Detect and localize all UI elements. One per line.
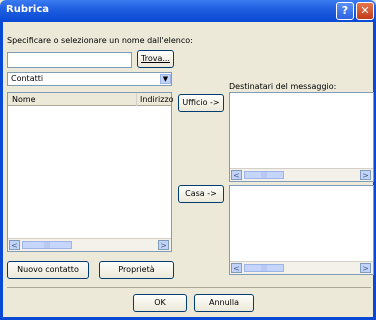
home-recipients-list[interactable]: < ||| > — [229, 185, 374, 275]
instruction-label: Specificare o selezionare un nome dall'e… — [7, 36, 193, 45]
properties-button[interactable]: Proprietà — [99, 261, 174, 279]
scroll-thumb[interactable]: ||| — [244, 171, 284, 179]
dropdown-arrow-icon[interactable]: ▼ — [160, 74, 171, 84]
scroll-right-icon[interactable]: > — [360, 263, 371, 273]
cancel-button[interactable]: Annulla — [194, 294, 254, 312]
scroll-left-icon[interactable]: < — [9, 240, 20, 250]
scroll-left-icon[interactable]: < — [231, 263, 242, 273]
column-header-name[interactable]: Nome — [12, 95, 36, 104]
separator — [7, 287, 371, 288]
column-header-address[interactable]: Indirizzo — [140, 95, 174, 104]
column-divider[interactable] — [136, 93, 137, 106]
new-contact-button[interactable]: Nuovo contatto — [7, 261, 89, 279]
find-button[interactable]: Trova... — [137, 50, 174, 68]
scroll-left-icon[interactable]: < — [231, 170, 242, 180]
contacts-list[interactable]: Nome Indirizzo < ||| > — [7, 92, 174, 252]
close-button[interactable]: ✕ — [356, 2, 374, 20]
scroll-thumb[interactable]: ||| — [244, 264, 284, 272]
home-button[interactable]: Casa -> — [178, 185, 224, 203]
find-button-label: Trova... — [141, 54, 170, 63]
window-frame-left — [0, 22, 3, 320]
scroll-thumb[interactable]: ||| — [22, 241, 72, 249]
office-hscrollbar[interactable]: < ||| > — [230, 168, 373, 181]
contacts-hscrollbar[interactable]: < ||| > — [8, 238, 171, 251]
ok-button[interactable]: OK — [133, 294, 187, 312]
scroll-right-icon[interactable]: > — [158, 240, 169, 250]
source-select-value: Contatti — [11, 74, 44, 83]
title-bar — [0, 0, 376, 22]
help-button[interactable]: ? — [336, 2, 354, 20]
scroll-right-icon[interactable]: > — [360, 170, 371, 180]
search-input[interactable] — [7, 52, 132, 68]
office-button[interactable]: Ufficio -> — [178, 94, 224, 112]
office-recipients-list[interactable]: < ||| > — [229, 92, 374, 182]
home-hscrollbar[interactable]: < ||| > — [230, 261, 373, 274]
source-select[interactable]: Contatti ▼ — [7, 72, 172, 86]
window-title: Rubrica — [6, 4, 50, 15]
recipients-label: Destinatari del messaggio: — [229, 82, 337, 91]
